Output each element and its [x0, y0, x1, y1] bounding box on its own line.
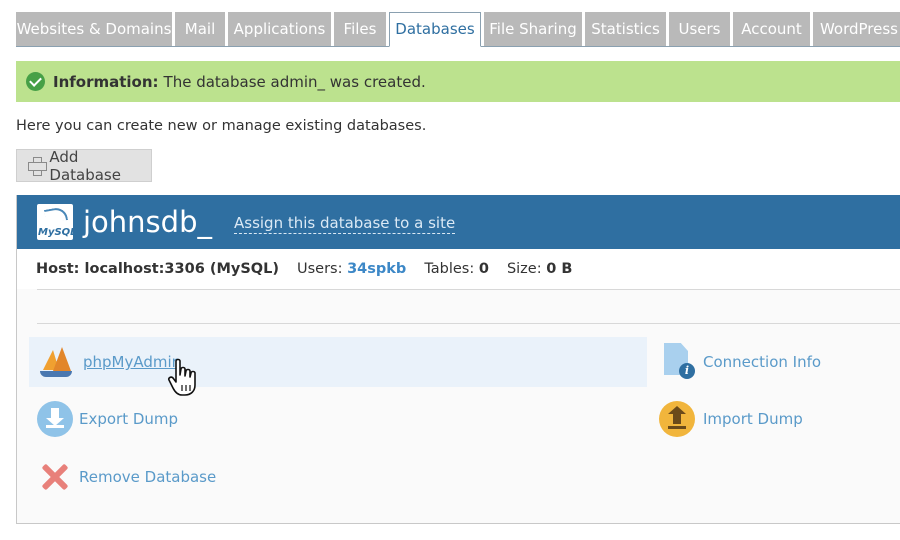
host-info: Host: localhost:3306 (MySQL) [36, 261, 279, 277]
database-panel: MySQL johnsdb_ Assign this database to a… [16, 195, 900, 524]
hand-pointer-cursor-icon [168, 358, 196, 396]
database-name: johnsdb_ [83, 205, 212, 239]
tab-users[interactable]: Users [669, 12, 730, 46]
tab-applications[interactable]: Applications [228, 12, 331, 46]
users-info: Users: 34spkb [297, 261, 406, 277]
info-banner: Information: The database admin_ was cre… [16, 61, 900, 102]
divider [37, 323, 900, 324]
tab-databases[interactable]: Databases [389, 12, 481, 47]
remove-database-action[interactable]: Remove Database [37, 459, 216, 495]
tab-wordpress[interactable]: WordPress [813, 12, 900, 46]
tables-value: 0 [478, 261, 489, 277]
tab-account[interactable]: Account [733, 12, 810, 46]
phpmyadmin-sailboat-icon [39, 345, 73, 379]
divider [37, 289, 900, 290]
tables-label: Tables: [424, 261, 475, 277]
users-label: Users: [296, 261, 343, 277]
tab-websites-domains[interactable]: Websites & Domains [16, 12, 172, 46]
users-link[interactable]: 34spkb [347, 261, 406, 277]
size-info: Size: 0 B [507, 261, 572, 277]
phpmyadmin-action[interactable]: phpMyAdmin [29, 337, 647, 387]
import-dump-link[interactable]: Import Dump [703, 410, 803, 428]
info-message: The database admin_ was created. [163, 72, 426, 91]
size-label: Size: [506, 261, 542, 277]
tab-mail[interactable]: Mail [175, 12, 225, 46]
export-dump-link[interactable]: Export Dump [79, 410, 178, 428]
main-tabs: Websites & Domains Mail Applications Fil… [16, 12, 900, 47]
tab-file-sharing[interactable]: File Sharing [484, 12, 582, 46]
tab-statistics[interactable]: Statistics [585, 12, 666, 46]
download-icon [37, 401, 73, 437]
dolphin-shape [43, 206, 69, 224]
info-title: Information: [53, 72, 159, 91]
size-value: 0 B [546, 261, 573, 277]
tab-files[interactable]: Files [334, 12, 386, 46]
plus-icon [28, 157, 48, 176]
remove-x-icon [37, 459, 73, 495]
mysql-logo-icon: MySQL [37, 204, 73, 240]
add-database-button[interactable]: Add Database [16, 147, 152, 184]
tables-info: Tables: 0 [424, 261, 489, 277]
database-meta: Host: localhost:3306 (MySQL) Users: 34sp… [17, 249, 900, 289]
connection-info-link[interactable]: Connection Info [703, 353, 821, 371]
assign-to-site-link[interactable]: Assign this database to a site [234, 214, 456, 234]
add-database-label: Add Database [49, 147, 121, 184]
connection-info-icon: i [661, 343, 695, 381]
import-dump-action[interactable]: Import Dump [659, 401, 803, 437]
upload-icon [659, 401, 695, 437]
mysql-logo-text: MySQL [38, 227, 73, 238]
connection-info-action[interactable]: i Connection Info [661, 343, 821, 381]
check-circle-icon [26, 72, 45, 91]
intro-text: Here you can create new or manage existi… [16, 118, 427, 134]
remove-database-link[interactable]: Remove Database [79, 468, 216, 486]
database-header: MySQL johnsdb_ Assign this database to a… [17, 195, 900, 249]
export-dump-action[interactable]: Export Dump [37, 401, 178, 437]
